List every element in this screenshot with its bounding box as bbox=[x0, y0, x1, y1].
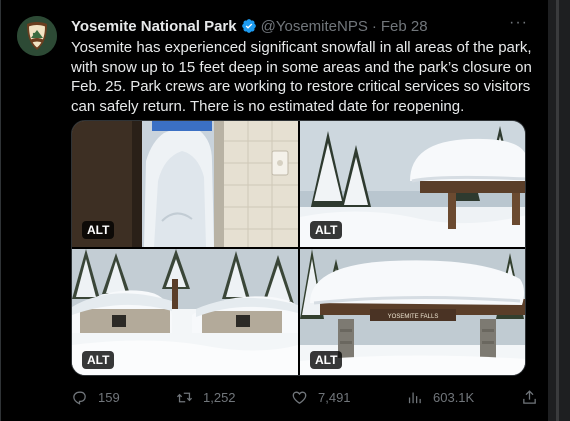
avatar[interactable] bbox=[17, 16, 57, 56]
heart-icon bbox=[292, 391, 307, 404]
author-name[interactable]: Yosemite National Park bbox=[71, 18, 237, 35]
alt-badge[interactable]: ALT bbox=[310, 221, 343, 239]
tweet-card[interactable]: Yosemite National Park @YosemiteNPS · Fe… bbox=[0, 0, 548, 421]
repost-button[interactable]: 1,252 bbox=[176, 389, 261, 406]
tweet-text: Yosemite has experienced significant sno… bbox=[71, 39, 532, 115]
alt-badge[interactable]: ALT bbox=[82, 351, 115, 369]
reply-count: 159 bbox=[98, 389, 120, 405]
share-icon bbox=[523, 389, 536, 404]
like-button[interactable]: 7,491 bbox=[291, 389, 376, 406]
media-grid: ALT ALT ALT YOSEMITE FALLS ALT bbox=[71, 120, 526, 376]
author-handle[interactable]: @YosemiteNPS bbox=[261, 18, 368, 35]
separator-dot: · bbox=[371, 17, 377, 35]
nps-arrowhead-icon bbox=[17, 16, 57, 56]
media-photo-4[interactable]: YOSEMITE FALLS ALT bbox=[300, 249, 525, 375]
verified-badge-icon[interactable] bbox=[241, 18, 257, 34]
reply-button[interactable]: 159 bbox=[71, 389, 146, 406]
repost-icon bbox=[176, 392, 193, 402]
alt-badge[interactable]: ALT bbox=[310, 351, 343, 369]
media-photo-1[interactable]: ALT bbox=[72, 121, 298, 247]
tweet-header: Yosemite National Park @YosemiteNPS · Fe… bbox=[71, 16, 528, 36]
alt-badge[interactable]: ALT bbox=[82, 221, 115, 239]
share-button[interactable] bbox=[521, 389, 541, 406]
media-photo-2[interactable]: ALT bbox=[300, 121, 525, 247]
media-photo-3[interactable]: ALT bbox=[72, 249, 298, 375]
repost-count: 1,252 bbox=[203, 389, 236, 405]
views-button[interactable]: 603.1K bbox=[406, 389, 491, 406]
more-options-icon[interactable]: ··· bbox=[509, 14, 528, 32]
view-count: 603.1K bbox=[433, 389, 475, 405]
page-scroll-gutter bbox=[548, 0, 570, 421]
reply-icon bbox=[73, 391, 86, 405]
tweet-actions: 159 1,252 7,491 603.1K bbox=[71, 386, 541, 408]
like-count: 7,491 bbox=[318, 389, 351, 405]
falls-sign-text: YOSEMITE FALLS bbox=[388, 314, 439, 320]
divider bbox=[556, 0, 559, 421]
tweet-date[interactable]: Feb 28 bbox=[381, 18, 428, 35]
views-chart-icon bbox=[408, 392, 421, 403]
